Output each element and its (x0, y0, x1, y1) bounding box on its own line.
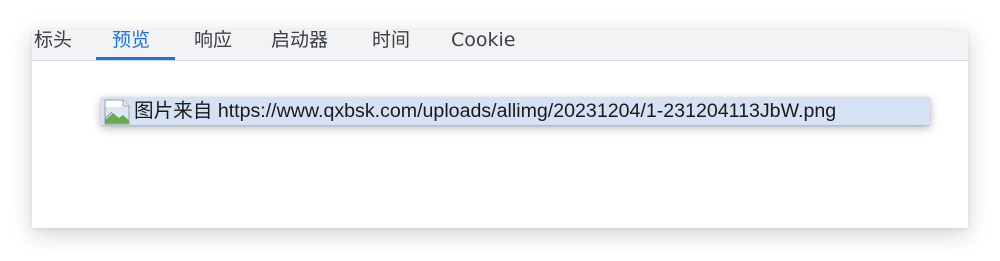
tab-timing[interactable]: 时间 (372, 30, 410, 59)
active-tab-indicator (96, 57, 175, 60)
devtools-network-detail-panel: 标头 预览 响应 启动器 时间 Cookie 图片来自 https://www.… (32, 30, 968, 228)
broken-image-icon (104, 99, 130, 125)
tab-response[interactable]: 响应 (194, 30, 232, 59)
tab-initiator[interactable]: 启动器 (271, 30, 328, 59)
detail-tab-bar: 标头 预览 响应 启动器 时间 Cookie (32, 30, 968, 61)
tab-preview[interactable]: 预览 (112, 30, 150, 59)
tab-headers[interactable]: 标头 (34, 30, 72, 59)
tab-cookies[interactable]: Cookie (451, 30, 516, 59)
image-alt-text: 图片来自 https://www.qxbsk.com/uploads/allim… (134, 100, 837, 122)
image-preview[interactable]: 图片来自 https://www.qxbsk.com/uploads/allim… (101, 97, 930, 125)
